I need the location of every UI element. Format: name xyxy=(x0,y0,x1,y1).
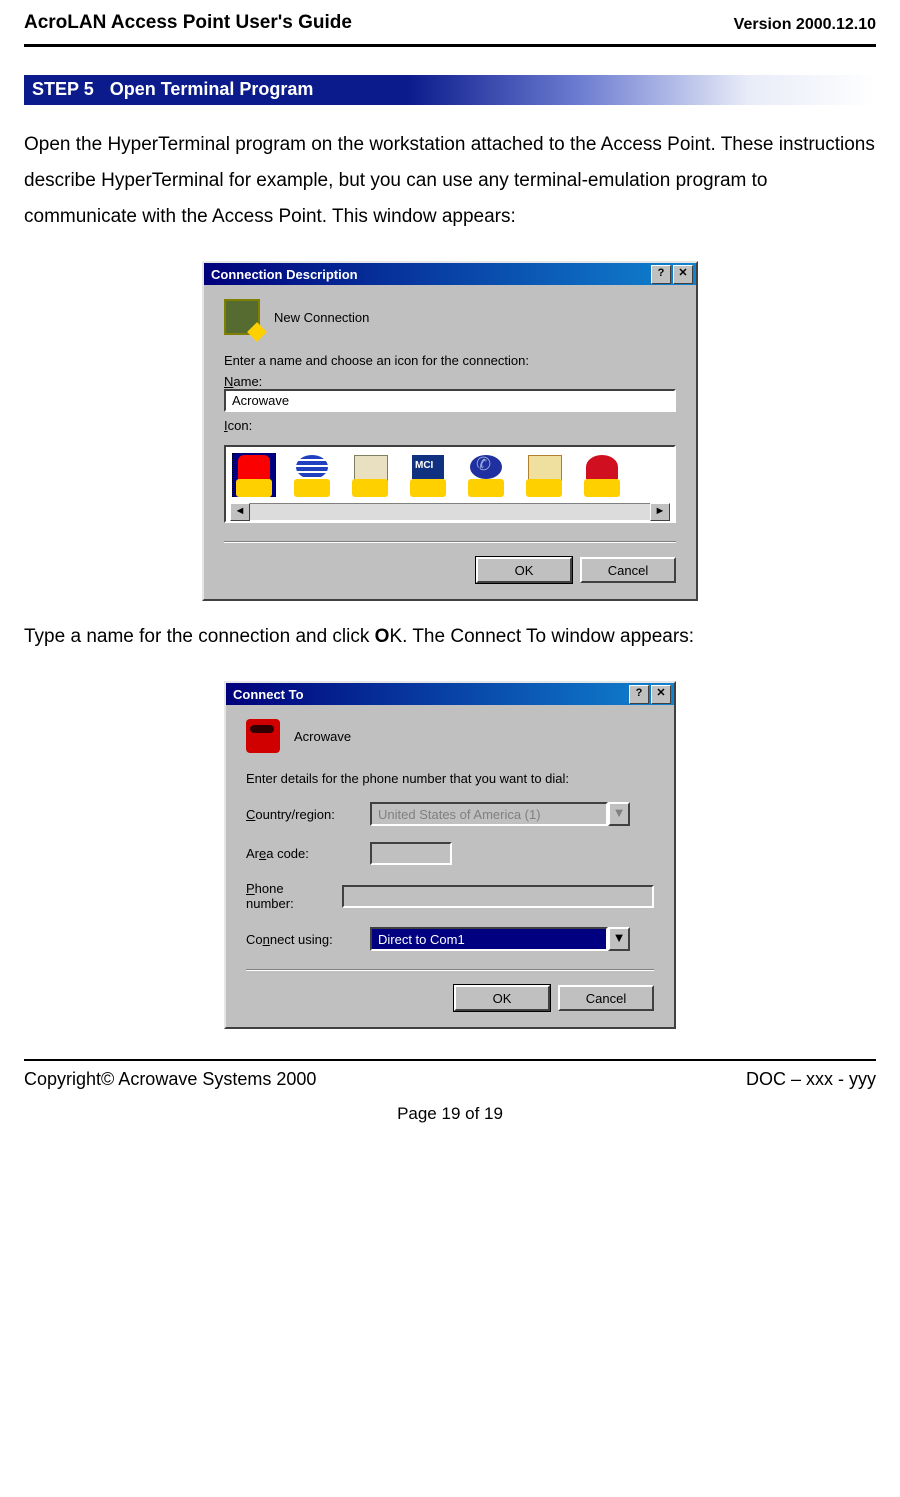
help-button[interactable]: ? xyxy=(629,685,649,704)
scroll-track[interactable] xyxy=(250,503,650,521)
country-value: United States of America (1) xyxy=(370,802,608,826)
dialog2-prompt: Enter details for the phone number that … xyxy=(246,771,654,786)
icon-option-mci[interactable] xyxy=(406,453,450,497)
connect-to-dialog: Connect To ? ✕ Acrowave Enter details fo… xyxy=(224,681,676,1029)
area-code-label: Area code: xyxy=(246,846,358,861)
dialog1-wrap: Connection Description ? ✕ New Connectio… xyxy=(24,261,876,601)
icon-picker-inner: ◄ ► xyxy=(224,445,676,523)
dropdown-arrow-icon[interactable]: ▼ xyxy=(608,927,630,951)
help-button[interactable]: ? xyxy=(651,265,671,284)
icon-scrollbar[interactable]: ◄ ► xyxy=(230,503,670,521)
cancel-button[interactable]: Cancel xyxy=(558,985,654,1011)
close-button[interactable]: ✕ xyxy=(673,265,693,284)
doc-title: AcroLAN Access Point User's Guide xyxy=(24,12,352,34)
phone-number-input xyxy=(342,885,654,908)
phone-number-row: Phone number: xyxy=(246,881,654,911)
icon-strip[interactable] xyxy=(230,451,670,503)
connect-using-row: Connect using: Direct to Com1 ▼ xyxy=(246,927,654,951)
connect-using-label: Connect using: xyxy=(246,932,358,947)
doc-number: DOC – xxx - yyy xyxy=(746,1069,876,1090)
ok-button[interactable]: OK xyxy=(454,985,550,1011)
dialog1-body: New Connection Enter a name and choose a… xyxy=(204,285,696,599)
icon-picker: ◄ ► xyxy=(224,445,676,523)
icon-option-note[interactable] xyxy=(522,453,566,497)
dialog1-button-row: OK Cancel xyxy=(224,557,676,583)
computer-connection-icon xyxy=(224,299,260,335)
header-rule xyxy=(24,44,876,47)
step-heading: STEP 5 Open Terminal Program xyxy=(24,75,876,105)
doc-version: Version 2000.12.10 xyxy=(734,16,876,34)
icon-option-building[interactable] xyxy=(348,453,392,497)
name-input[interactable] xyxy=(224,389,676,412)
country-label: Country/region: xyxy=(246,807,358,822)
footer-rule xyxy=(24,1059,876,1061)
dialog2-title: Connect To xyxy=(229,687,627,702)
connect-using-select[interactable]: Direct to Com1 ▼ xyxy=(370,927,630,951)
document-page: AcroLAN Access Point User's Guide Versio… xyxy=(0,0,900,1497)
dialog2-separator xyxy=(246,969,654,971)
new-connection-label: New Connection xyxy=(274,310,369,325)
dialog2-body: Acrowave Enter details for the phone num… xyxy=(226,705,674,1027)
dialog2-button-row: OK Cancel xyxy=(246,985,654,1011)
phone-icon xyxy=(246,719,280,753)
connection-name-label: Acrowave xyxy=(294,729,351,744)
area-code-input xyxy=(370,842,452,865)
area-code-row: Area code: xyxy=(246,842,654,865)
icon-option-umbrella[interactable] xyxy=(580,453,624,497)
icon-label: Icon: xyxy=(224,418,676,433)
new-connection-row: New Connection xyxy=(224,299,676,335)
page-number: Page 19 of 19 xyxy=(24,1104,876,1124)
dialog1-separator xyxy=(224,541,676,543)
step-title: Open Terminal Program xyxy=(104,75,314,105)
dialog1-prompt: Enter a name and choose an icon for the … xyxy=(224,353,676,368)
dialog2-titlebar[interactable]: Connect To ? ✕ xyxy=(226,683,674,705)
dialog1-titlebar[interactable]: Connection Description ? ✕ xyxy=(204,263,696,285)
step-number: STEP 5 xyxy=(24,75,104,105)
connection-description-dialog: Connection Description ? ✕ New Connectio… xyxy=(202,261,698,601)
cancel-button[interactable]: Cancel xyxy=(580,557,676,583)
copyright: Copyright© Acrowave Systems 2000 xyxy=(24,1069,316,1090)
icon-option-globe-phone[interactable] xyxy=(464,453,508,497)
connection-name-row: Acrowave xyxy=(246,719,654,753)
paragraph-1: Open the HyperTerminal program on the wo… xyxy=(24,127,876,235)
page-header: AcroLAN Access Point User's Guide Versio… xyxy=(24,12,876,34)
scroll-left-button[interactable]: ◄ xyxy=(230,503,250,521)
ok-button[interactable]: OK xyxy=(476,557,572,583)
dialog2-wrap: Connect To ? ✕ Acrowave Enter details fo… xyxy=(24,681,876,1029)
icon-option-phone-red[interactable] xyxy=(232,453,276,497)
phone-number-label: Phone number: xyxy=(246,881,330,911)
name-label: Name: xyxy=(224,374,676,389)
connect-using-value: Direct to Com1 xyxy=(370,927,608,951)
paragraph-2: Type a name for the connection and click… xyxy=(24,619,876,655)
scroll-right-button[interactable]: ► xyxy=(650,503,670,521)
footer-row: Copyright© Acrowave Systems 2000 DOC – x… xyxy=(24,1069,876,1090)
country-select: United States of America (1) ▼ xyxy=(370,802,630,826)
close-button[interactable]: ✕ xyxy=(651,685,671,704)
icon-option-globe[interactable] xyxy=(290,453,334,497)
dropdown-arrow-icon: ▼ xyxy=(608,802,630,826)
country-row: Country/region: United States of America… xyxy=(246,802,654,826)
dialog1-title: Connection Description xyxy=(207,267,649,282)
